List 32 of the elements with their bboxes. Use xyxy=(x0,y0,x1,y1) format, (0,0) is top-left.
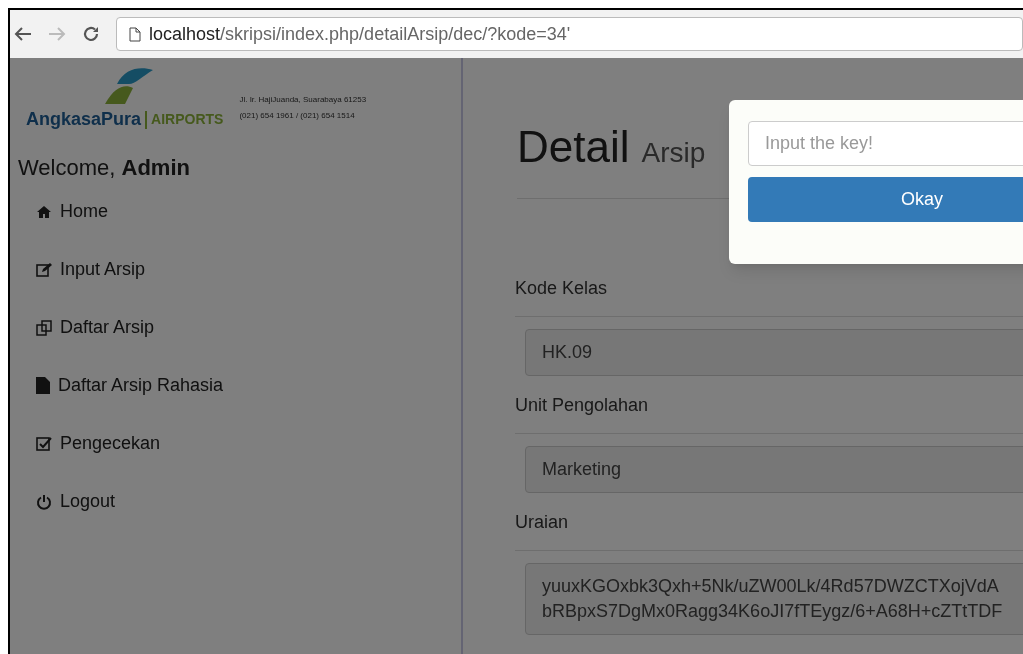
field-label: Kode Kelas xyxy=(515,275,1023,317)
field-label: Unit Pengolahan xyxy=(515,392,1023,434)
phone-text: (021) 654 1961 / (021) 654 1514 xyxy=(239,110,356,122)
sidebar-link[interactable]: Logout xyxy=(36,488,116,515)
address-text: Jl. Ir. HajiJuanda, Suarabaya 61253 xyxy=(239,94,367,106)
key-input[interactable]: Input the key! xyxy=(748,121,1023,166)
power-icon xyxy=(36,493,52,510)
logo-wordmark: AngkasaPura xyxy=(26,108,142,131)
readonly-field[interactable]: HK.09 xyxy=(525,329,1023,376)
home-icon xyxy=(36,204,52,219)
file-icon xyxy=(36,377,50,394)
reload-icon[interactable] xyxy=(82,25,100,43)
back-icon[interactable] xyxy=(14,26,32,42)
address-bar[interactable]: localhost/skripsi/index.php/detailArsip/dec/?kode=34' xyxy=(116,17,1023,51)
sidebar-link[interactable]: Home xyxy=(36,198,108,225)
field-label: Uraian xyxy=(515,509,1023,551)
checkbox-icon xyxy=(36,435,52,452)
logo-suffix: AIRPORTS xyxy=(151,110,224,129)
sidebar-link[interactable]: Daftar Arsip Rahasia xyxy=(36,372,224,399)
url-text: localhost/skripsi/index.php/detailArsip/dec/?kode=34' xyxy=(149,22,571,46)
sidebar-link[interactable]: Daftar Arsip xyxy=(36,314,155,341)
readonly-field[interactable]: Marketing xyxy=(525,446,1023,493)
welcome-text: Welcome, Admin xyxy=(17,154,191,182)
sidebar-link[interactable]: Pengecekan xyxy=(36,430,161,457)
sidebar-link[interactable]: Input Arsip xyxy=(36,256,146,283)
page-subtitle: Arsip xyxy=(641,136,706,170)
okay-button[interactable]: Okay xyxy=(748,177,1023,222)
page-title: Detail xyxy=(517,121,630,173)
readonly-field[interactable]: yuuxKGOxbk3Qxh+5Nk/uZW00Lk/4Rd57DWZCTXojVdA bRBpxS7DgMx0Ragg34K6oJI7fTEygz/6+A68H+cZTtTDF xyxy=(525,563,1023,635)
page-icon xyxy=(129,26,141,42)
copy-icon xyxy=(36,319,52,336)
edit-icon xyxy=(36,261,52,278)
